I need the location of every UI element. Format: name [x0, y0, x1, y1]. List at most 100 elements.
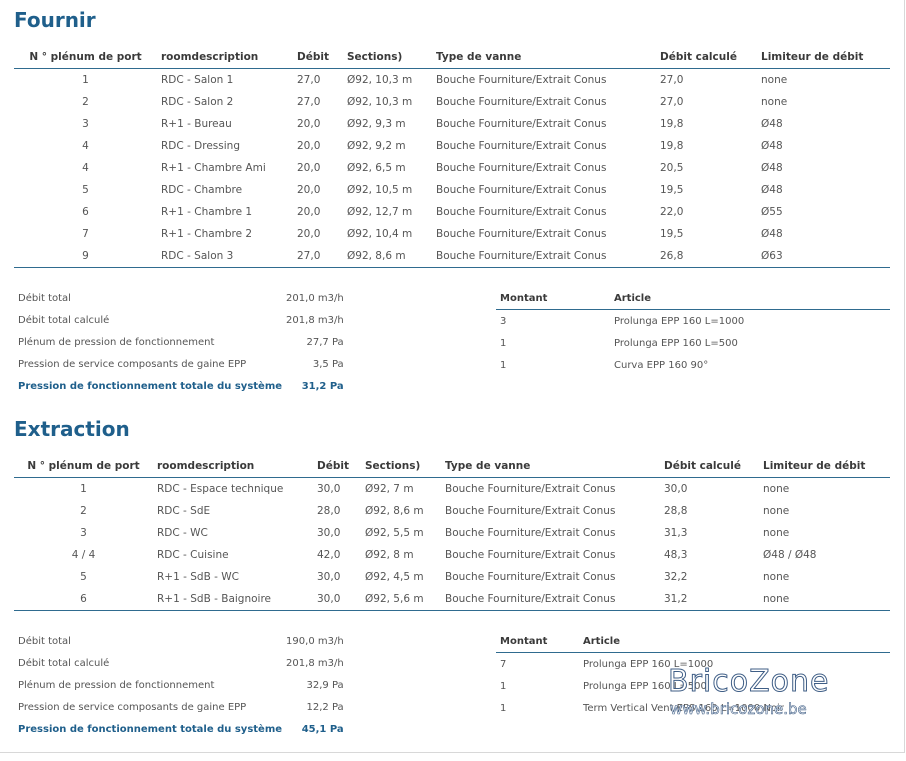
table-cell: 4: [82, 162, 89, 174]
summary-label: Pression de service composants de gaine …: [18, 701, 247, 713]
table-cell: none: [763, 527, 790, 539]
table-row: 2 RDC - SdE 28,0 Ø92, 8,6 m Bouche Fournitur…: [14, 500, 890, 522]
table-cell: RDC - Espace technique: [157, 483, 284, 495]
table-cell: 27,0: [660, 96, 684, 108]
table-cell: Ø92, 9,3 m: [347, 118, 406, 130]
table-cell: RDC - Salon 2: [161, 96, 234, 108]
summary-row: Débit total calculé 201,8 m3/h: [14, 309, 350, 331]
table-cell: 26,8: [656, 245, 757, 268]
table-cell: Ø92, 6,5 m: [347, 162, 406, 174]
table-cell: R+1 - Bureau: [161, 118, 232, 130]
table-cell: 20,0: [297, 228, 321, 240]
table-cell: Ø48: [761, 118, 783, 130]
table-cell: 3: [82, 118, 89, 130]
table-cell: 20,0: [297, 140, 321, 152]
table-cell: 22,0: [660, 206, 684, 218]
summary-label: Pression de fonctionnement totale du sys…: [18, 380, 283, 392]
summary-label: Pression de service composants de gaine …: [18, 358, 247, 370]
table-row: 5 RDC - Chambre 20,0 Ø92, 10,5 m Bouche Four…: [14, 179, 890, 201]
table-cell: 19,5: [660, 228, 684, 240]
summary-value: 27,7 Pa: [306, 336, 344, 348]
table-cell: 27,0: [297, 74, 321, 86]
table-cell: Bouche Fourniture/Extrait Conus: [436, 74, 607, 86]
table-cell: 19,8: [660, 118, 684, 130]
summary-total-row: Pression de fonctionnement totale du sys…: [14, 375, 350, 397]
column-header: Débit calculé: [660, 455, 759, 478]
table-cell: Ø92, 8 m: [365, 549, 414, 561]
summary-label: Plénum de pression de fonctionnement: [18, 336, 215, 348]
table-cell: Ø48: [761, 184, 783, 196]
summary-value: 3,5 Pa: [312, 358, 344, 370]
table-cell: 48,3: [664, 549, 688, 561]
table-row: 6 R+1 - Chambre 1 20,0 Ø92, 12,7 m Bouche Fo…: [14, 201, 890, 223]
table-cell: RDC - Cuisine: [157, 549, 229, 561]
article-row: 1 Curva EPP 160 90°: [496, 354, 890, 376]
article-quantity: 1: [500, 337, 507, 349]
summary-label: Débit total: [18, 292, 71, 304]
table-cell: Ø48: [761, 140, 783, 152]
table-cell: 27,0: [660, 74, 684, 86]
column-header: roomdescription: [157, 46, 293, 69]
table-cell: 3: [80, 527, 87, 539]
table-cell: Ø92, 8,6 m: [365, 505, 424, 517]
table-cell: Bouche Fourniture/Extrait Conus: [436, 184, 607, 196]
column-header: Limiteur de débit: [759, 455, 890, 478]
table-cell: Bouche Fourniture/Extrait Conus: [445, 549, 616, 561]
table-cell: Ø92, 5,6 m: [361, 588, 441, 611]
article-row: 1 Prolunga EPP 160 L=500: [496, 332, 890, 354]
table-cell: none: [763, 571, 790, 583]
table-cell: Bouche Fourniture/Extrait Conus: [445, 505, 616, 517]
table-row: 9 RDC - Salon 3 27,0 Ø92, 8,6 m Bouche Fourn…: [14, 245, 890, 268]
watermark-logo: BricoZone: [668, 664, 830, 700]
section-title-fournir: Fournir: [14, 8, 96, 32]
summary-row: Plénum de pression de fonctionnement 32,9…: [14, 674, 350, 696]
summary-row: Plénum de pression de fonctionnement 27,7…: [14, 331, 350, 353]
article-name: Curva EPP 160 90°: [614, 359, 709, 371]
table-cell: 5: [82, 184, 89, 196]
table-cell: 9: [14, 245, 157, 268]
summary-total-row: Pression de fonctionnement totale du sys…: [14, 718, 350, 740]
table-cell: Bouche Fourniture/Extrait Conus: [445, 483, 616, 495]
table-cell: none: [761, 74, 788, 86]
table-row: 3 RDC - WC 30,0 Ø92, 5,5 m Bouche Fourniture…: [14, 522, 890, 544]
fournir-outlets-table: N ° plénum de port roomdescription Débit…: [14, 46, 890, 268]
article-quantity: 1: [500, 702, 507, 714]
table-cell: 30,0: [317, 571, 341, 583]
table-row: 4 R+1 - Chambre Ami 20,0 Ø92, 6,5 m Bouche F…: [14, 157, 890, 179]
column-header: roomdescription: [153, 455, 313, 478]
extraction-outlets-table: N ° plénum de port roomdescription Débit…: [14, 455, 890, 611]
table-cell: Ø92, 4,5 m: [365, 571, 424, 583]
table-cell: Bouche Fourniture/Extrait Conus: [436, 162, 607, 174]
table-cell: RDC - WC: [157, 527, 208, 539]
table-cell: 42,0: [317, 549, 341, 561]
page-border-bottom: [0, 752, 905, 753]
table-cell: 20,5: [660, 162, 684, 174]
table-cell: 1: [80, 483, 87, 495]
table-header-row: Montant Article: [496, 630, 890, 653]
table-cell: 30,0: [313, 588, 361, 611]
summary-value: 45,1 Pa: [301, 723, 344, 735]
table-cell: 19,5: [660, 184, 684, 196]
article-name: Prolunga EPP 160 L=500: [614, 337, 738, 349]
column-header: Montant: [496, 287, 610, 310]
column-header: Type de vanne: [432, 46, 656, 69]
table-cell: R+1 - SdB - Baignoire: [153, 588, 313, 611]
article-quantity: 1: [500, 680, 507, 692]
table-cell: 27,0: [297, 96, 321, 108]
table-cell: Ø48: [761, 228, 783, 240]
summary-label: Débit total calculé: [18, 314, 110, 326]
summary-value: 31,2 Pa: [301, 380, 344, 392]
table-cell: 6: [82, 206, 89, 218]
table-cell: 4: [82, 140, 89, 152]
table-cell: Ø92, 9,2 m: [347, 140, 406, 152]
summary-row: Pression de service composants de gaine …: [14, 696, 350, 718]
table-cell: Bouche Fourniture/Extrait Conus: [436, 206, 607, 218]
table-cell: R+1 - SdB - WC: [157, 571, 239, 583]
watermark: BricoZone www.bricozone.be: [668, 664, 858, 719]
table-cell: RDC - Salon 1: [161, 74, 234, 86]
table-header-row: N ° plénum de port roomdescription Débit…: [14, 46, 890, 69]
table-cell: 31,2: [660, 588, 759, 611]
column-header: Débit: [293, 46, 343, 69]
table-cell: 20,0: [297, 206, 321, 218]
table-cell: 27,0: [293, 245, 343, 268]
